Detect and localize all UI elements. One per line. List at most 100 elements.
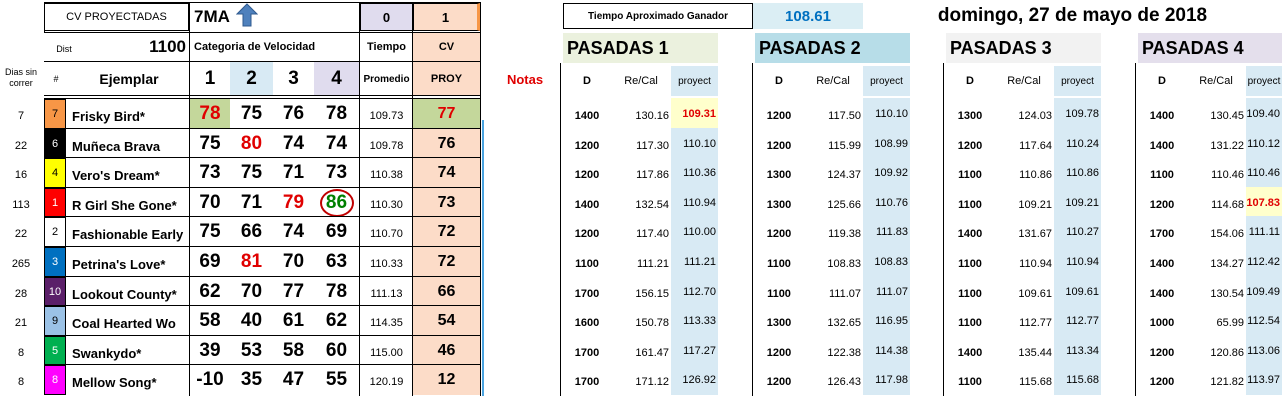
pasada-recal: 111.07 <box>828 288 861 300</box>
speed-cat-2: 35 <box>240 369 263 390</box>
speed-cat-4: 62 <box>325 310 348 331</box>
arrow-up-icon <box>235 3 259 31</box>
pasada-recal: 65.99 <box>1216 317 1244 329</box>
pasadas-d-label: D <box>583 75 591 87</box>
pasada-proyect: 117.98 <box>863 364 910 395</box>
pasada-distance: 1200 <box>766 140 792 152</box>
pasada-proyect: 110.10 <box>671 128 718 159</box>
pasada-distance: 1200 <box>957 140 983 152</box>
speed-cat-3: 74 <box>282 221 305 242</box>
pasada-proyect: 112.70 <box>671 276 718 307</box>
pasadas-proyect-label: proyect <box>863 66 910 96</box>
proy-cell: 76 <box>413 129 480 159</box>
speed-cat-1: 70 <box>199 192 221 213</box>
pasadas-proyect-label: proyect <box>1054 66 1101 96</box>
speed-cat-3: 47 <box>282 369 305 390</box>
highlight-circle: 86 <box>319 189 354 217</box>
pasada-recal: 125.66 <box>827 199 861 211</box>
dias-cell: 21 <box>14 317 28 329</box>
post-number-badge: 10 <box>44 277 66 307</box>
num-label: # <box>53 74 59 84</box>
speed-cat-4: 73 <box>325 162 348 183</box>
pasada-proyect: 110.94 <box>1054 246 1101 277</box>
pasadas-divider <box>752 63 753 396</box>
horse-name: Coal Hearted Wo <box>72 315 176 331</box>
speed-cat-3: 70 <box>282 251 305 272</box>
pasada-distance: 1100 <box>958 199 982 211</box>
pasada-distance: 1100 <box>958 169 982 181</box>
pasada-recal: 117.30 <box>636 140 669 152</box>
speed-cat-1: 58 <box>199 310 221 331</box>
pasada-distance: 1400 <box>1149 258 1175 270</box>
pasada-distance: 1600 <box>574 317 600 329</box>
dist-label: Dist <box>56 44 72 54</box>
pasada-distance: 1400 <box>574 110 600 122</box>
proy-cell: 74 <box>413 158 480 188</box>
speed-cat-2: 75 <box>240 103 263 124</box>
post-number-badge: 4 <box>44 158 66 188</box>
tiempo-value: 108.61 <box>753 3 863 29</box>
proy-cell: 46 <box>413 336 480 366</box>
speed-cat-2: 75 <box>240 162 263 183</box>
pasada-recal: 121.82 <box>1210 376 1244 388</box>
counter-right: 1 <box>413 3 480 31</box>
post-number-badge: 8 <box>44 365 66 395</box>
pasada-distance: 1000 <box>1149 317 1175 329</box>
pasada-distance: 1400 <box>957 347 983 359</box>
pasada-proyect: 110.10 <box>863 98 910 129</box>
pasadas-2-title: PASADAS 2 <box>755 33 910 63</box>
dias-cell: 7 <box>17 110 25 122</box>
post-number-badge: 6 <box>44 129 66 159</box>
pasada-recal: 132.65 <box>827 317 861 329</box>
dias-cell: 16 <box>14 169 28 181</box>
pasadas-proyect-label: proyect <box>671 66 718 96</box>
horse-name: Fashionable Early <box>72 226 184 242</box>
speed-cat-2: 70 <box>240 281 263 302</box>
pasada-proyect: 112.77 <box>1054 305 1101 336</box>
pasada-proyect: 112.54 <box>1246 305 1282 336</box>
proy-label: PROY <box>413 62 480 96</box>
dias-cell: 22 <box>14 228 28 240</box>
dias-cell: 265 <box>11 258 31 270</box>
speed-cat-1: 69 <box>199 251 221 272</box>
pasada-recal: 134.27 <box>1210 258 1244 270</box>
pasada-proyect: 110.46 <box>1246 157 1282 188</box>
pasada-proyect: 111.21 <box>671 246 718 277</box>
pasada-distance: 1300 <box>766 317 792 329</box>
pasada-distance: 1400 <box>957 228 983 240</box>
pasada-proyect: 109.78 <box>1054 98 1101 129</box>
speed-cat-1: 75 <box>199 133 221 154</box>
pasada-recal: 115.99 <box>828 140 861 152</box>
pasada-proyect: 107.83 <box>1246 187 1282 218</box>
pasada-recal: 120.86 <box>1210 347 1244 359</box>
pasada-proyect: 117.27 <box>671 335 718 366</box>
horse-name: Petrina's Love* <box>72 256 166 272</box>
pasada-proyect: 113.06 <box>1246 335 1282 366</box>
pasada-recal: 109.61 <box>1018 288 1052 300</box>
pasadas-recal-label: Re/Cal <box>1199 75 1233 87</box>
proy-cell: 77 <box>413 99 480 129</box>
pasada-distance: 1200 <box>1149 347 1175 359</box>
speed-cat-3: 71 <box>282 162 305 183</box>
pasada-recal: 130.54 <box>1210 288 1244 300</box>
pasada-distance: 1400 <box>1149 288 1175 300</box>
pasada-distance: 1100 <box>767 288 791 300</box>
pasada-recal: 156.15 <box>635 288 669 300</box>
pasada-recal: 135.44 <box>1018 347 1052 359</box>
pasada-proyect: 113.34 <box>1054 335 1101 366</box>
pasada-proyect: 109.92 <box>863 157 910 188</box>
promedio-cell: 109.73 <box>369 110 404 122</box>
speed-cat-1: 39 <box>199 340 221 361</box>
pasada-proyect: 110.76 <box>863 187 910 218</box>
pasadas-divider <box>1135 63 1136 396</box>
pasada-recal: 117.50 <box>828 110 861 122</box>
pasada-recal: 108.83 <box>827 258 861 270</box>
pasada-proyect: 109.40 <box>1246 98 1282 129</box>
pasadas-4-title: PASADAS 4 <box>1138 33 1282 63</box>
cat2-label: 2 <box>230 62 273 96</box>
dias-cell: 8 <box>17 347 25 359</box>
pasada-recal: 131.22 <box>1210 140 1244 152</box>
speed-cat-1: 78 <box>190 99 230 129</box>
proy-cell: 73 <box>413 188 480 218</box>
speed-cat-3: 77 <box>282 281 305 302</box>
